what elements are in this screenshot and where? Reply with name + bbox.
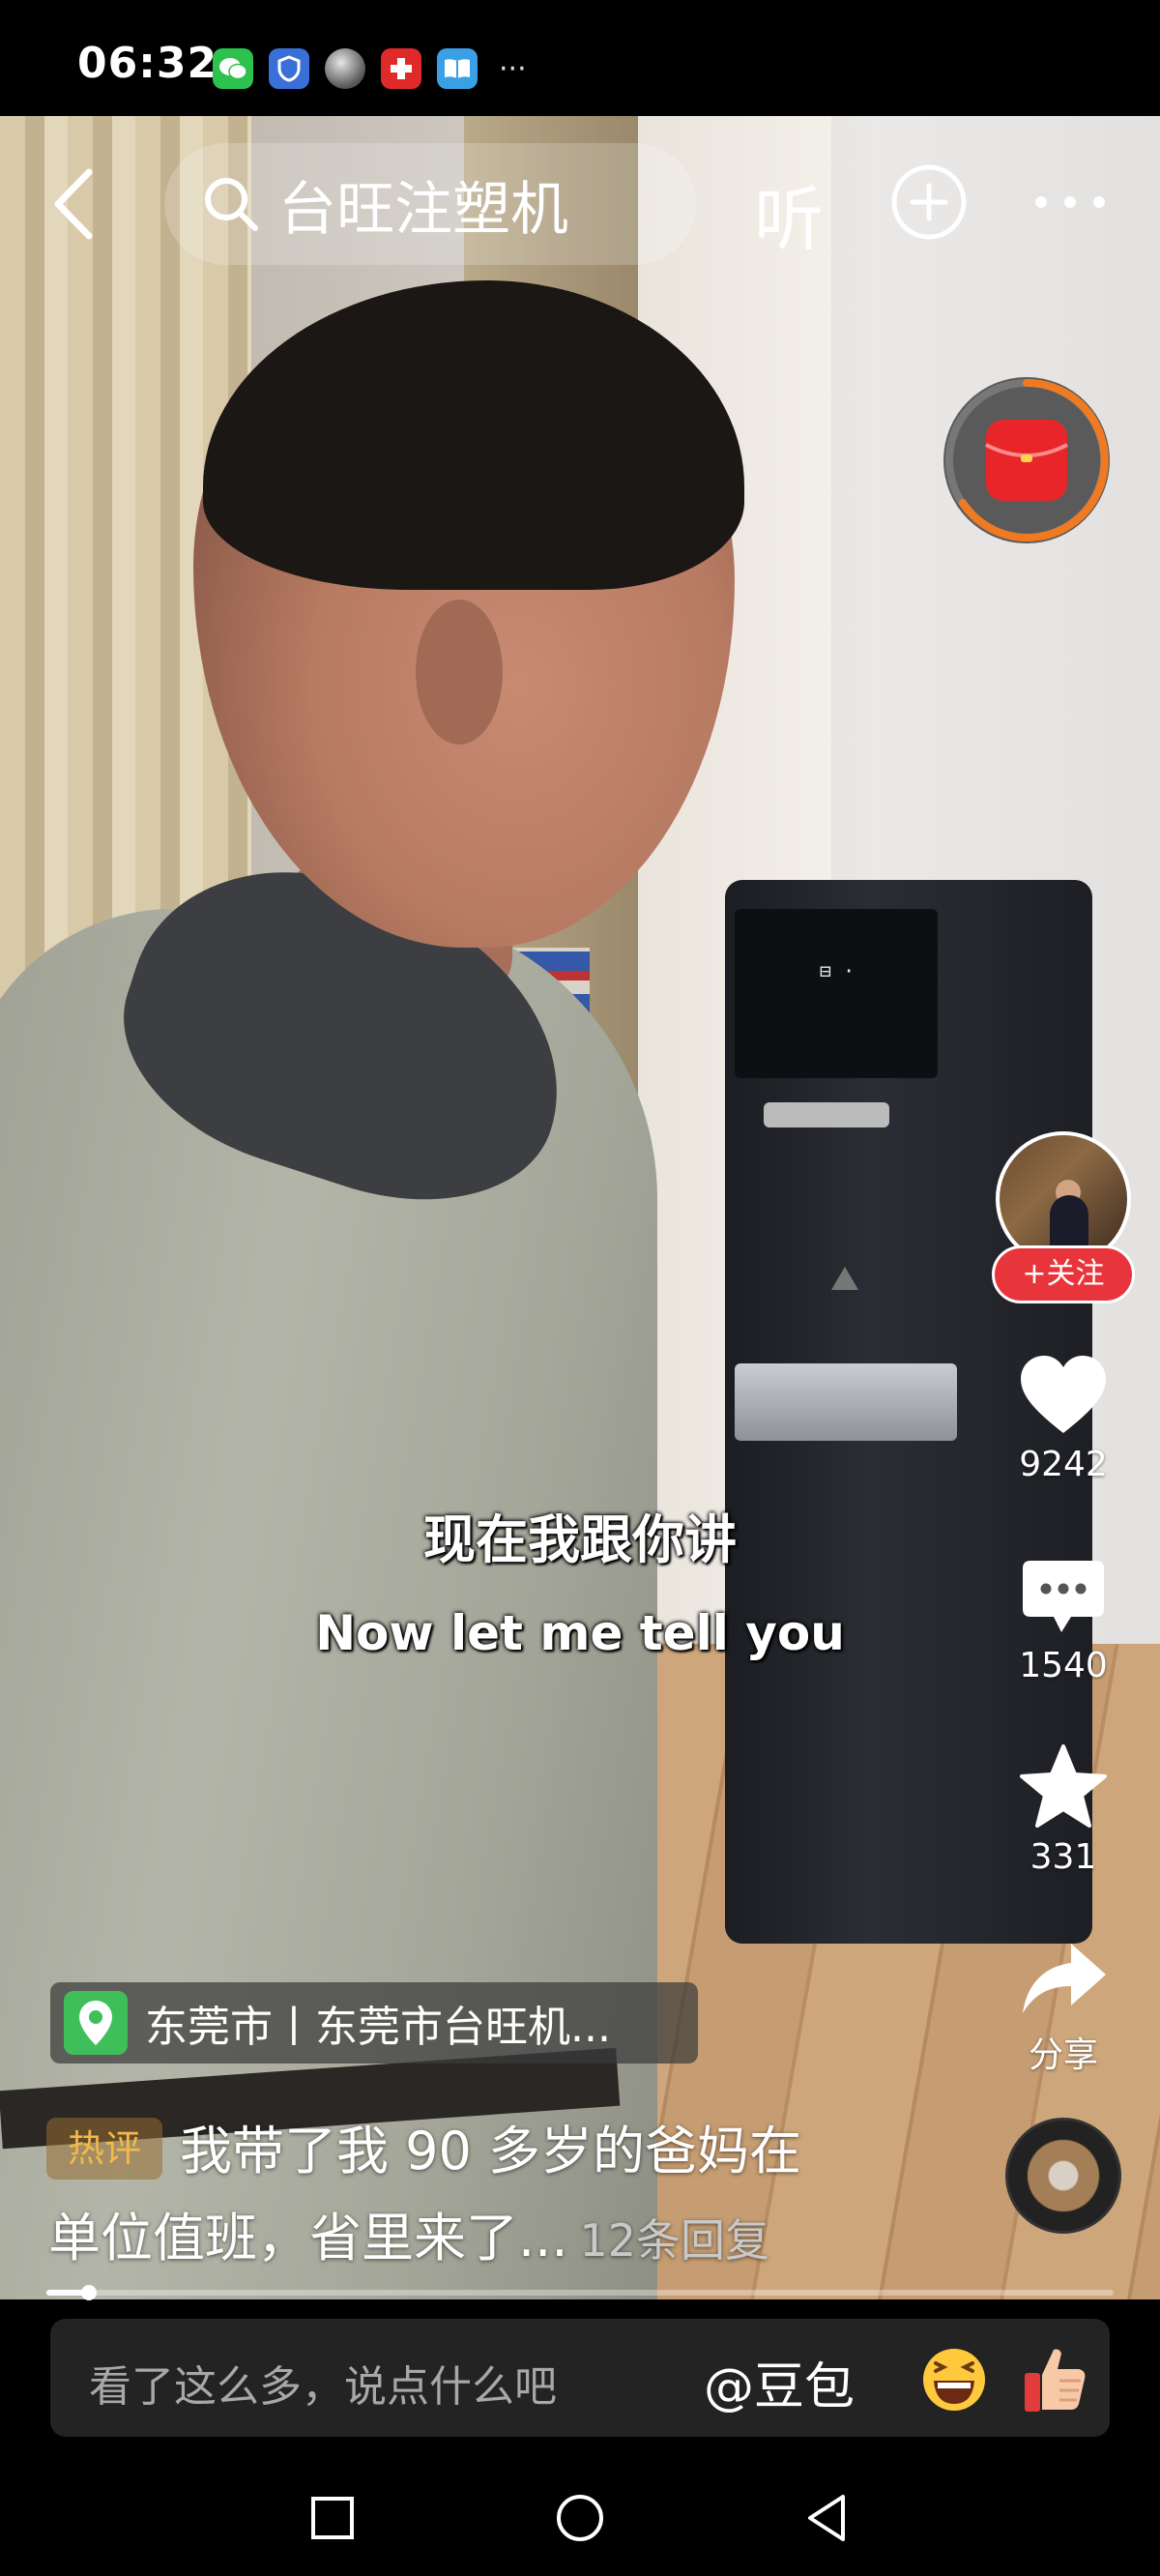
like-button[interactable]: 9242 bbox=[986, 1354, 1141, 1484]
comment-input-placeholder[interactable]: 看了这么多，说点什么吧 bbox=[89, 2352, 557, 2414]
share-button[interactable]: 分享 bbox=[986, 1938, 1141, 2077]
search-bar[interactable]: 台旺注塑机 bbox=[164, 143, 696, 265]
heart-icon bbox=[1021, 1356, 1106, 1433]
hot-comment-line-2[interactable]: 单位值班，省里来了... 12条回复 bbox=[48, 2195, 769, 2271]
add-circle-icon[interactable] bbox=[889, 162, 969, 242]
star-icon bbox=[1020, 1744, 1107, 1828]
more-options-icon[interactable] bbox=[1027, 162, 1114, 242]
reply-count[interactable]: 12条回复 bbox=[580, 2214, 770, 2267]
back-arrow-icon bbox=[54, 168, 93, 240]
red-envelope-icon bbox=[945, 378, 1109, 542]
red-packet-button[interactable] bbox=[943, 377, 1110, 543]
location-text: 东莞市丨东莞市台旺机... bbox=[145, 2003, 611, 2052]
search-query: 台旺注塑机 bbox=[278, 175, 568, 244]
hot-comment-line-1[interactable]: 我带了我 90 多岁的爸妈在 bbox=[180, 2108, 801, 2184]
location-pin-icon bbox=[64, 1991, 128, 2055]
hot-comment-line-2-text: 单位值班，省里来了... bbox=[48, 2208, 568, 2269]
share-arrow-icon bbox=[1023, 1944, 1106, 2013]
location-tag[interactable]: 东莞市丨东莞市台旺机... bbox=[50, 1982, 698, 2064]
favorite-count: 331 bbox=[1030, 1837, 1097, 1877]
progress-knob[interactable] bbox=[81, 2285, 97, 2300]
wechat-icon bbox=[213, 48, 253, 89]
subtitle-english: Now let me tell you bbox=[315, 1605, 845, 1661]
listen-button[interactable]: 听 bbox=[754, 162, 824, 264]
system-back-icon[interactable] bbox=[798, 2489, 856, 2547]
laughing-emoji-icon[interactable] bbox=[920, 2346, 988, 2414]
status-bar: 06:32 ··· bbox=[0, 0, 1160, 116]
back-button[interactable] bbox=[43, 161, 120, 248]
home-icon[interactable] bbox=[551, 2489, 609, 2547]
status-time: 06:32 bbox=[77, 39, 218, 88]
search-icon bbox=[205, 178, 258, 231]
red-cross-app-icon bbox=[381, 48, 421, 89]
thumbs-up-icon[interactable] bbox=[1017, 2342, 1090, 2415]
book-icon bbox=[437, 48, 478, 89]
system-navigation-bar bbox=[0, 2456, 1160, 2576]
favorite-button[interactable]: 331 bbox=[986, 1742, 1141, 1877]
status-more-indicator: ··· bbox=[499, 51, 527, 86]
top-nav: 台旺注塑机 听 bbox=[0, 126, 1160, 280]
subtitle-chinese: 现在我跟你讲 bbox=[423, 1509, 737, 1570]
recent-apps-icon[interactable] bbox=[304, 2489, 362, 2547]
status-app-icons: ··· bbox=[213, 48, 527, 89]
mention-doubao-button[interactable]: @豆包 bbox=[704, 2346, 855, 2418]
comment-input-bar[interactable]: 看了这么多，说点什么吧 @豆包 bbox=[50, 2319, 1110, 2437]
follow-button[interactable]: +关注 bbox=[992, 1245, 1135, 1303]
video-progress-bar[interactable] bbox=[46, 2285, 1114, 2300]
like-count: 9242 bbox=[1019, 1445, 1108, 1484]
hot-comment-badge: 热评 bbox=[46, 2118, 162, 2180]
music-disc-avatar[interactable] bbox=[1005, 2118, 1121, 2234]
security-shield-icon bbox=[269, 48, 309, 89]
share-label: 分享 bbox=[1028, 2035, 1098, 2075]
moon-icon bbox=[325, 48, 365, 89]
